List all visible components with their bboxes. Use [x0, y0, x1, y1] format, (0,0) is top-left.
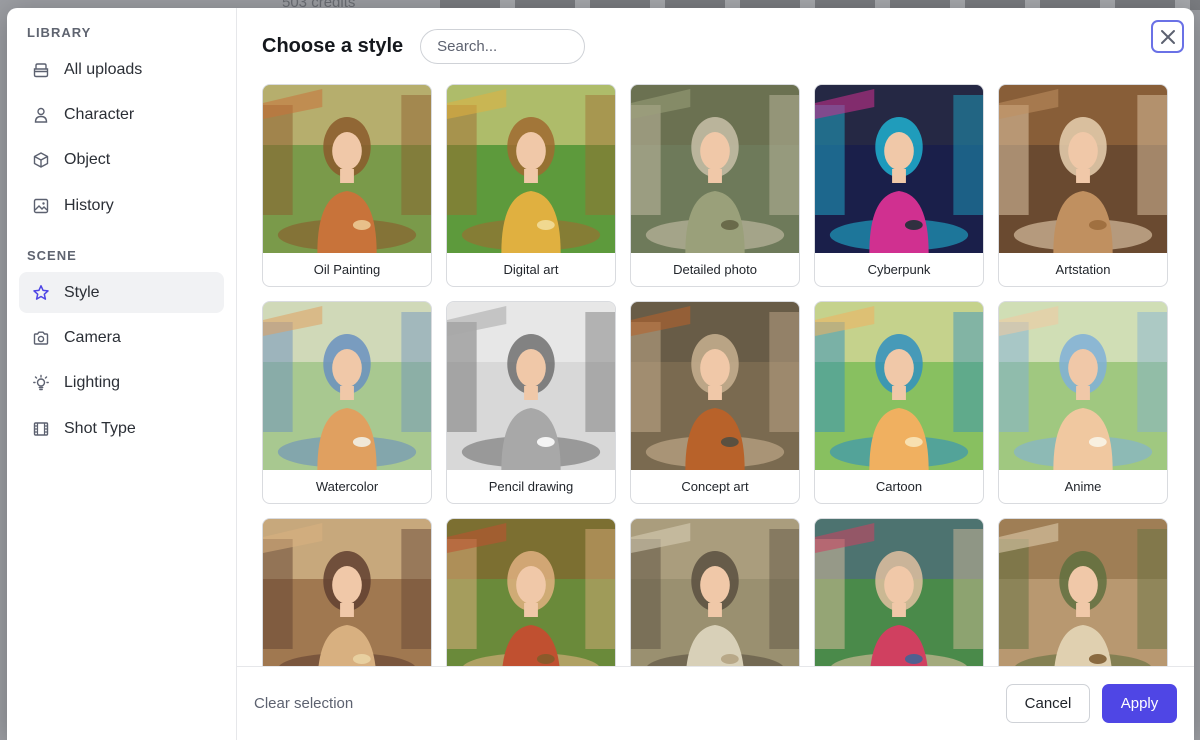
sidebar-item-all-uploads[interactable]: All uploads — [19, 49, 224, 90]
modal-footer: Clear selection Cancel Apply — [237, 666, 1194, 740]
sidebar-item-history[interactable]: History — [19, 185, 224, 226]
sidebar-item-object[interactable]: Object — [19, 140, 224, 181]
camera-icon — [32, 329, 50, 347]
style-card-label: Pencil drawing — [488, 479, 574, 494]
style-card-item-11[interactable] — [262, 518, 432, 666]
nav-item-label: Shot Type — [64, 419, 136, 437]
scene-list: Style Camera Lighting Shot Type — [19, 272, 224, 449]
scene-section-title: SCENE — [27, 248, 77, 264]
nav-item-label: All uploads — [64, 60, 143, 78]
sidebar-item-style[interactable]: Style — [19, 272, 224, 314]
nav-item-label: Object — [64, 151, 111, 169]
nav-item-label: History — [64, 196, 114, 214]
film-icon — [32, 420, 50, 438]
style-thumbnail — [263, 302, 431, 470]
style-card-label: Concept art — [681, 479, 749, 494]
style-card-cyberpunk[interactable]: Cyberpunk — [814, 84, 984, 287]
nav-item-label: Camera — [64, 329, 121, 347]
main-panel: Choose a style Oil Painting Digital art De… — [237, 8, 1194, 740]
style-card-watercolor[interactable]: Watercolor — [262, 301, 432, 504]
bulb-icon — [32, 374, 50, 392]
style-thumbnail — [999, 302, 1167, 470]
style-card-label: Oil Painting — [313, 262, 381, 277]
sidebar-item-character[interactable]: Character — [19, 94, 224, 135]
style-thumbnail — [999, 519, 1167, 666]
tray-icon — [32, 61, 50, 79]
style-card-artstation[interactable]: Artstation — [998, 84, 1168, 287]
library-list: All uploads Character Object History — [19, 49, 224, 226]
style-card-label: Watercolor — [315, 479, 379, 494]
style-card-item-13[interactable] — [630, 518, 800, 666]
close-button[interactable] — [1151, 20, 1184, 53]
style-grid: Oil Painting Digital art Detailed photo Cyb… — [262, 84, 1194, 666]
main-header: Choose a style — [237, 8, 1194, 84]
clear-selection-button[interactable]: Clear selection — [254, 695, 353, 712]
cube-icon — [32, 151, 50, 169]
style-thumbnail — [631, 302, 799, 470]
star-icon — [32, 284, 50, 302]
style-card-oil-painting[interactable]: Oil Painting — [262, 84, 432, 287]
nav-item-label: Character — [64, 105, 135, 123]
library-section-title: LIBRARY — [27, 25, 92, 40]
style-thumbnail — [815, 85, 983, 253]
style-card-label: Cartoon — [875, 479, 923, 494]
style-thumbnail — [815, 302, 983, 470]
cancel-button[interactable]: Cancel — [1006, 684, 1090, 723]
style-card-label: Digital art — [503, 262, 559, 277]
style-card-item-15[interactable] — [998, 518, 1168, 666]
style-thumbnail — [815, 519, 983, 666]
sidebar-item-lighting[interactable]: Lighting — [19, 363, 224, 404]
style-thumbnail — [999, 85, 1167, 253]
nav-item-label: Lighting — [64, 374, 121, 392]
close-icon — [1160, 29, 1175, 44]
image-icon — [32, 197, 50, 215]
style-card-anime[interactable]: Anime — [998, 301, 1168, 504]
person-icon — [32, 106, 50, 124]
style-card-label: Cyberpunk — [867, 262, 931, 277]
sidebar-item-shot-type[interactable]: Shot Type — [19, 408, 224, 449]
sidebar-item-camera[interactable]: Camera — [19, 318, 224, 359]
style-card-label: Artstation — [1055, 262, 1111, 277]
style-thumbnail — [631, 519, 799, 666]
style-card-item-14[interactable] — [814, 518, 984, 666]
style-card-pencil-drawing[interactable]: Pencil drawing — [446, 301, 616, 504]
style-picker-modal: LIBRARY All uploads Character Object Histor… — [7, 8, 1194, 740]
sidebar: LIBRARY All uploads Character Object Histor… — [7, 8, 237, 740]
style-thumbnail — [263, 519, 431, 666]
style-thumbnail — [447, 519, 615, 666]
style-thumbnail — [447, 302, 615, 470]
style-card-label: Anime — [1064, 479, 1102, 494]
style-card-cartoon[interactable]: Cartoon — [814, 301, 984, 504]
style-thumbnail — [263, 85, 431, 253]
style-card-concept-art[interactable]: Concept art — [630, 301, 800, 504]
style-thumbnail — [447, 85, 615, 253]
style-card-detailed-photo[interactable]: Detailed photo — [630, 84, 800, 287]
page-title: Choose a style — [262, 34, 404, 57]
style-thumbnail — [631, 85, 799, 253]
style-card-digital-art[interactable]: Digital art — [446, 84, 616, 287]
apply-button[interactable]: Apply — [1102, 684, 1177, 723]
nav-item-label: Style — [64, 283, 100, 301]
style-card-label: Detailed photo — [673, 262, 757, 277]
search-input[interactable] — [420, 28, 586, 64]
style-card-item-12[interactable] — [446, 518, 616, 666]
style-grid-scroll[interactable]: Oil Painting Digital art Detailed photo Cyb… — [237, 84, 1194, 666]
